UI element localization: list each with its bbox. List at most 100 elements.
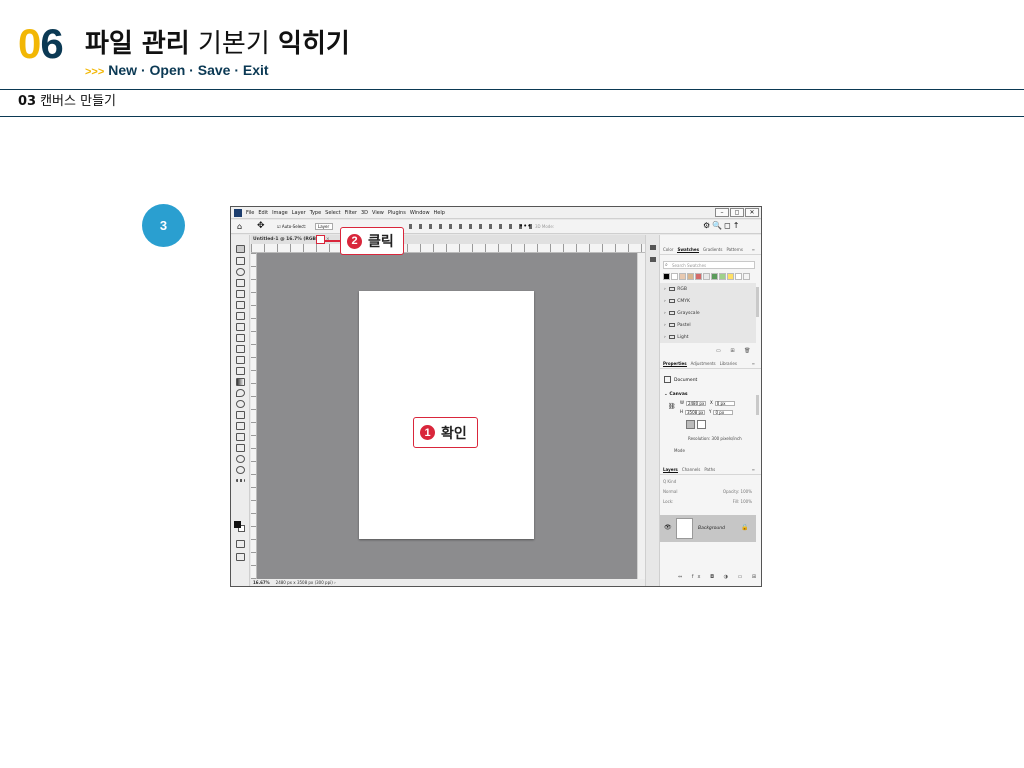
screen-mode-icon[interactable]	[236, 553, 245, 561]
menu-view[interactable]: View	[372, 210, 384, 216]
menu-3d[interactable]: 3D	[361, 210, 368, 216]
auto-select-target-select[interactable]: Layer	[315, 223, 333, 230]
healing-brush-tool-icon[interactable]	[236, 323, 245, 331]
panel-menu-icon[interactable]: ≡	[752, 465, 755, 475]
close-button[interactable]: ✕	[745, 208, 759, 217]
frame-tool-icon[interactable]	[236, 301, 245, 309]
swatch-group-light[interactable]: › Light	[664, 335, 688, 341]
fill-field[interactable]: Fill: 100%	[733, 498, 752, 505]
lasso-tool-icon[interactable]	[236, 268, 245, 276]
document-tab[interactable]: Untitled-1 @ 16.7% (RGB/8)×	[251, 235, 652, 244]
quick-mask-icon[interactable]	[236, 540, 245, 548]
x-input[interactable]: 0 px	[714, 401, 735, 406]
swatch-group-cmyk[interactable]: › CMYK	[664, 299, 690, 305]
menu-file[interactable]: File	[246, 210, 254, 216]
swatch-group-rgb[interactable]: › RGB	[664, 287, 687, 293]
status-arrow-icon[interactable]: ›	[334, 580, 336, 585]
color-swatch[interactable]	[711, 273, 718, 280]
link-dimensions-icon[interactable]: ⛓	[668, 403, 676, 410]
workspace-icons[interactable]: ⚙🔍◻↑	[703, 221, 741, 231]
crop-tool-icon[interactable]	[236, 290, 245, 298]
minimize-button[interactable]: –	[715, 208, 729, 217]
pen-tool-icon[interactable]	[236, 411, 245, 419]
color-swatch[interactable]	[695, 273, 702, 280]
layer-row[interactable]: 👁 Background 🔒	[660, 515, 756, 542]
tab-layers[interactable]: Layers	[663, 467, 678, 473]
menu-image[interactable]: Image	[272, 210, 288, 216]
history-brush-tool-icon[interactable]	[236, 356, 245, 364]
landscape-orientation-button[interactable]	[697, 420, 706, 429]
menu-layer[interactable]: Layer	[292, 210, 306, 216]
menu-select[interactable]: Select	[325, 210, 340, 216]
zoom-level[interactable]: 16.67%	[253, 580, 270, 585]
color-swatch[interactable]	[719, 273, 726, 280]
color-swatch[interactable]	[687, 273, 694, 280]
menu-window[interactable]: Window	[410, 210, 430, 216]
rectangle-tool-icon[interactable]	[236, 444, 245, 452]
comments-panel-icon[interactable]	[650, 257, 656, 262]
tab-swatches[interactable]: Swatches	[677, 247, 699, 253]
type-tool-icon[interactable]	[236, 422, 245, 430]
dodge-tool-icon[interactable]	[236, 400, 245, 408]
menu-plugins[interactable]: Plugins	[388, 210, 406, 216]
menu-type[interactable]: Type	[310, 210, 321, 216]
tab-channels[interactable]: Channels	[682, 467, 701, 472]
color-swatch[interactable]	[735, 273, 742, 280]
portrait-orientation-button[interactable]	[686, 420, 695, 429]
width-input[interactable]: 2480 px	[685, 401, 706, 406]
quick-select-tool-icon[interactable]	[236, 279, 245, 287]
menu-edit[interactable]: Edit	[258, 210, 268, 216]
move-tool-icon[interactable]: ✥	[257, 221, 265, 231]
panel-menu-icon[interactable]: ≡	[752, 245, 755, 255]
tab-adjustments[interactable]: Adjustments	[691, 361, 716, 366]
tab-color[interactable]: Color	[663, 247, 673, 252]
swatches-scrollbar[interactable]	[756, 287, 759, 317]
maximize-button[interactable]: ◻	[730, 208, 744, 217]
layer-filter-select[interactable]: Q Kind	[663, 478, 756, 485]
color-swatch[interactable]	[727, 273, 734, 280]
clone-stamp-tool-icon[interactable]	[236, 345, 245, 353]
zoom-tool-icon[interactable]	[236, 466, 245, 474]
canvas-section-label[interactable]: ⌄ Canvas	[664, 392, 688, 397]
swatch-group-pastel[interactable]: › Pastel	[664, 323, 691, 329]
auto-select-checkbox[interactable]: ☑ Auto-Select:	[277, 224, 306, 229]
tab-properties[interactable]: Properties	[663, 361, 687, 367]
blend-mode-select[interactable]: Normal	[663, 489, 677, 494]
opacity-field[interactable]: Opacity: 100%	[723, 488, 752, 495]
marquee-tool-icon[interactable]	[236, 257, 245, 265]
home-icon[interactable]: ⌂	[237, 222, 242, 231]
edit-toolbar-icon[interactable]	[236, 479, 245, 482]
horizontal-ruler[interactable]	[251, 244, 667, 253]
more-options-icon[interactable]: •••	[519, 221, 531, 231]
properties-scrollbar[interactable]	[756, 395, 759, 415]
layers-footer-icons[interactable]: ⇔ fx ◘ ◑ ▭ ⊞ 🗑	[678, 574, 761, 580]
color-swatch[interactable]	[743, 273, 750, 280]
foreground-color-swatch[interactable]	[234, 521, 241, 528]
panel-menu-icon[interactable]: ≡	[752, 359, 755, 369]
history-panel-icon[interactable]	[650, 245, 656, 250]
swatch-search-input[interactable]: ⌕ Search Swatches	[663, 261, 755, 269]
eyedropper-tool-icon[interactable]	[236, 312, 245, 320]
tab-gradients[interactable]: Gradients	[703, 247, 723, 252]
hand-tool-icon[interactable]	[236, 455, 245, 463]
blur-tool-icon[interactable]	[236, 389, 245, 397]
canvas-workspace[interactable]	[257, 253, 637, 579]
y-input[interactable]: 0 px	[713, 410, 734, 415]
menu-help[interactable]: Help	[434, 210, 445, 216]
color-swatch[interactable]	[671, 273, 678, 280]
color-swatch[interactable]	[703, 273, 710, 280]
eraser-tool-icon[interactable]	[236, 367, 245, 375]
document-canvas[interactable]	[359, 291, 534, 539]
gradient-tool-icon[interactable]	[236, 378, 245, 386]
path-selection-tool-icon[interactable]	[236, 433, 245, 441]
tab-patterns[interactable]: Patterns	[726, 247, 742, 252]
canvas-vertical-scrollbar[interactable]	[637, 253, 645, 579]
color-swatch[interactable]	[663, 273, 670, 280]
color-swatch[interactable]	[679, 273, 686, 280]
visibility-eye-icon[interactable]: 👁	[664, 524, 672, 531]
swatch-group-grayscale[interactable]: › Grayscale	[664, 311, 700, 317]
tab-paths[interactable]: Paths	[704, 467, 715, 472]
menu-filter[interactable]: Filter	[345, 210, 357, 216]
brush-tool-icon[interactable]	[236, 334, 245, 342]
swatch-action-icons[interactable]: ▭ ⊞ 🗑	[716, 348, 754, 354]
